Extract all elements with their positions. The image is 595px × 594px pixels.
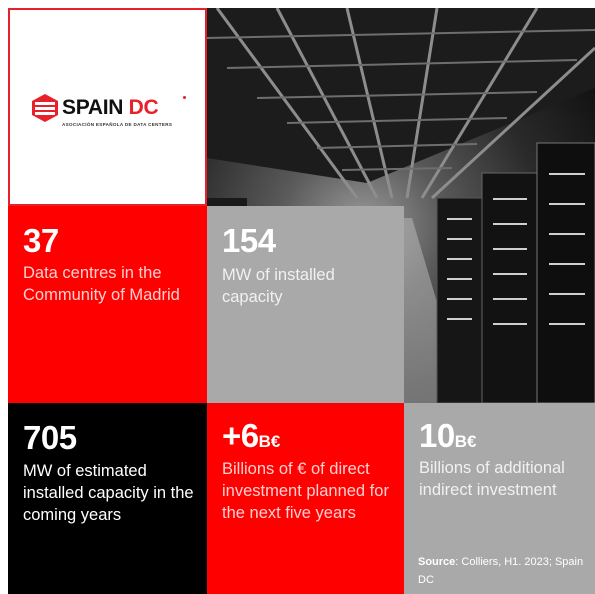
logo-wordmark: SPAIN DC [62, 96, 159, 119]
logo-tagline: ASOCIACIÓN ESPAÑOLA DE DATA CENTERS [62, 122, 173, 127]
stat-tile-direct-investment: +6B€ Billions of € of direct investment … [207, 403, 404, 594]
logo-tile: SPAIN DC ASOCIACIÓN ESPAÑOLA DE DATA CEN… [8, 8, 207, 206]
stat-value: +6B€ [222, 417, 281, 454]
stat-label: MW of installed capacity [222, 266, 335, 306]
stat-label: MW of estimated installed capacity in th… [23, 462, 194, 524]
stat-value: 10B€ [419, 417, 477, 454]
stat-label: Billions of additional indirect investme… [419, 459, 565, 499]
registered-mark-icon [183, 96, 186, 99]
stat-tile-installed-capacity: 154 MW of installed capacity [207, 206, 404, 403]
stat-tile-data-centres: 37 Data centres in the Community of Madr… [8, 206, 207, 403]
stat-value: 154 [222, 222, 276, 259]
stat-tile-estimated-capacity: 705 MW of estimated installed capacity i… [8, 403, 207, 594]
infographic: SPAIN DC ASOCIACIÓN ESPAÑOLA DE DATA CEN… [0, 0, 595, 594]
spain-dc-logo: SPAIN DC ASOCIACIÓN ESPAÑOLA DE DATA CEN… [32, 90, 192, 140]
hexagon-logo-icon [32, 94, 58, 122]
stat-label: Data centres in the Community of Madrid [23, 264, 180, 304]
stat-label: Billions of € of direct investment plann… [222, 460, 389, 522]
stat-value: 705 [23, 419, 77, 456]
source-note: Source: Colliers, H1. 2023; Spain DC [418, 556, 584, 586]
stat-tile-indirect-investment: 10B€ Billions of additional indirect inv… [404, 403, 595, 594]
stat-value: 37 [23, 222, 59, 259]
